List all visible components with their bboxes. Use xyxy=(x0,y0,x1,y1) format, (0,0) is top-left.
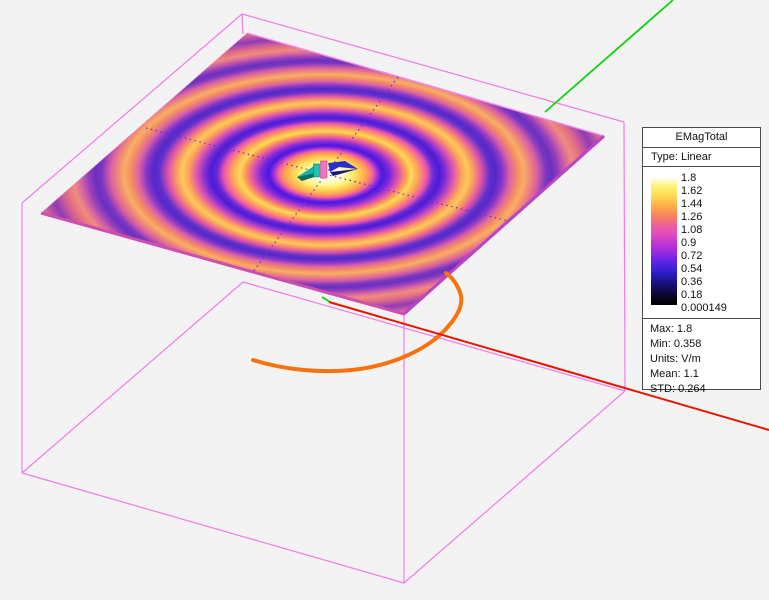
colorbar-tick: 0.54 xyxy=(681,263,702,275)
colorbar-tick: 0.72 xyxy=(681,250,702,262)
plane-edge xyxy=(404,136,604,314)
colorbar-tick: 1.26 xyxy=(681,211,702,223)
y-axis-origin-segment xyxy=(322,297,330,302)
colorbar-tick: 0.000149 xyxy=(681,302,727,314)
box-edge xyxy=(22,473,404,583)
y-axis-green xyxy=(322,0,673,302)
colorbar-tick: 1.8 xyxy=(681,172,696,184)
stat-std: STD: 0.264 xyxy=(650,382,760,397)
legend-title: EMagTotal xyxy=(643,128,760,147)
box-edge xyxy=(242,14,243,34)
box-edge xyxy=(22,14,242,203)
colorbar-tick: 0.36 xyxy=(681,276,702,288)
box-edge xyxy=(22,282,243,473)
box-edge xyxy=(243,282,625,391)
box-edge xyxy=(242,14,624,122)
y-axis-segment xyxy=(545,0,673,112)
rotation-arc xyxy=(253,273,461,371)
stat-mean: Mean: 1.1 xyxy=(650,367,760,382)
stat-max: Max: 1.8 xyxy=(650,322,760,337)
dipole-source-marker[interactable] xyxy=(297,161,358,181)
colorbar-tick: 1.44 xyxy=(681,198,702,210)
viewport-3d[interactable]: EMagTotal Type: Linear 1.8 1.62 1.44 1.2… xyxy=(0,0,769,600)
arrow-right-shadow xyxy=(330,169,358,176)
dipole-element-pink xyxy=(321,161,328,178)
colorbar-tick: 1.62 xyxy=(681,185,702,197)
colorbar-gradient xyxy=(651,178,677,305)
stat-min: Min: 0.358 xyxy=(650,337,760,352)
box-edge xyxy=(624,122,625,391)
box-edge xyxy=(404,391,625,583)
plane-edge xyxy=(41,33,247,213)
legend-colorbar-section: 1.8 1.62 1.44 1.26 1.08 0.9 0.72 0.54 0.… xyxy=(643,166,760,318)
plane-edge xyxy=(247,33,604,136)
stat-units: Units: V/m xyxy=(650,352,760,367)
colorbar-tick: 0.9 xyxy=(681,237,696,249)
legend-scale-type: Type: Linear xyxy=(643,147,760,166)
legend-stats-section: Max: 1.8 Min: 0.358 Units: V/m Mean: 1.1… xyxy=(643,318,760,390)
colorbar-tick: 1.08 xyxy=(681,224,702,236)
colorbar-tick: 0.18 xyxy=(681,289,702,301)
arrow-right-blue-icon xyxy=(328,161,358,172)
plane-edge xyxy=(41,213,404,314)
marker-post-teal xyxy=(314,164,320,177)
results-legend: EMagTotal Type: Linear 1.8 1.62 1.44 1.2… xyxy=(642,127,761,390)
